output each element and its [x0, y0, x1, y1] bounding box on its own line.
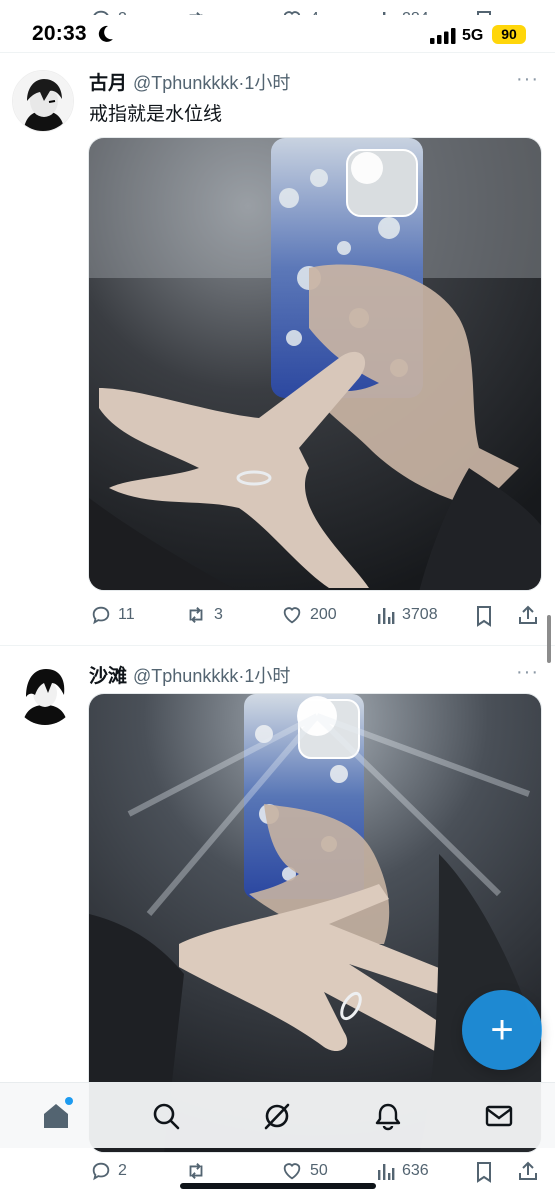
tweet-text: 戒指就是水位线	[89, 104, 223, 125]
plus-icon: +	[490, 1007, 514, 1052]
retweet-icon	[189, 1163, 203, 1179]
home-indicator	[180, 1183, 376, 1189]
tweet[interactable]: 古月 @Tphunkkkk ·1小时 ··· 戒指就是水位线 11 3 200 …	[0, 53, 555, 645]
tweet-photo[interactable]	[88, 137, 542, 591]
retweet-button[interactable]	[184, 1160, 208, 1182]
reply-button[interactable]: 2	[90, 1160, 127, 1182]
share-button[interactable]	[517, 1160, 539, 1187]
network-type: 5G	[462, 27, 484, 44]
user-handle[interactable]: @Tphunkkkk	[133, 73, 238, 94]
battery-level: 90	[492, 25, 526, 44]
notification-dot	[65, 1097, 73, 1105]
bookmark-icon	[477, 1162, 491, 1183]
views-button[interactable]: 3708	[376, 604, 438, 626]
reply-icon	[92, 606, 110, 625]
share-icon	[519, 605, 537, 624]
grok-icon[interactable]	[260, 1099, 294, 1133]
share-button[interactable]	[517, 604, 539, 631]
views-count: 3708	[402, 606, 438, 623]
scrollbar[interactable]	[547, 615, 551, 663]
retweet-button[interactable]: 3	[184, 604, 223, 626]
reply-count: 2	[118, 1162, 127, 1179]
tweet-header: 古月 @Tphunkkkk ·1小时	[89, 68, 290, 95]
views-icon	[378, 608, 395, 624]
more-options-button[interactable]: ···	[516, 68, 539, 91]
tweet-time[interactable]: ·1小时	[238, 662, 290, 688]
heart-icon	[283, 1163, 301, 1180]
bookmark-button[interactable]	[474, 1161, 494, 1188]
like-count: 200	[310, 606, 337, 623]
status-time: 20:33	[32, 22, 87, 45]
retweet-count: 3	[214, 606, 223, 623]
like-button[interactable]: 200	[280, 604, 337, 626]
retweet-icon	[189, 607, 203, 623]
moon-icon	[95, 24, 115, 49]
compose-button[interactable]: +	[462, 990, 542, 1070]
like-count: 50	[310, 1162, 328, 1179]
messages-icon[interactable]	[482, 1099, 516, 1133]
views-count: 636	[402, 1162, 429, 1179]
views-button[interactable]: 636	[376, 1160, 429, 1182]
display-name[interactable]: 古月	[89, 68, 127, 95]
bookmark-button[interactable]	[474, 605, 494, 632]
avatar[interactable]	[12, 70, 74, 132]
reply-count: 11	[118, 606, 135, 623]
status-bar: 2 4 284 20:33 5G 90	[0, 0, 555, 52]
notifications-icon[interactable]	[371, 1099, 405, 1133]
like-button[interactable]: 50	[280, 1160, 328, 1182]
mirror-selfie-photo	[89, 138, 541, 590]
home-icon[interactable]	[39, 1097, 73, 1133]
share-icon	[519, 1161, 537, 1180]
tweet-time[interactable]: ·1小时	[238, 69, 290, 95]
signal-icon	[430, 28, 456, 49]
tweet-header: 沙滩 @Tphunkkkk ·1小时	[89, 661, 290, 688]
search-icon[interactable]	[149, 1099, 183, 1133]
display-name[interactable]: 沙滩	[89, 661, 127, 688]
heart-icon	[283, 607, 301, 624]
reply-button[interactable]: 11	[90, 604, 135, 626]
reply-icon	[92, 1162, 110, 1181]
user-handle[interactable]: @Tphunkkkk	[133, 666, 238, 687]
avatar[interactable]	[14, 663, 76, 725]
more-options-button[interactable]: ···	[516, 661, 539, 684]
bookmark-icon	[477, 606, 491, 627]
views-icon	[378, 1164, 395, 1180]
bottom-nav	[0, 1082, 555, 1148]
